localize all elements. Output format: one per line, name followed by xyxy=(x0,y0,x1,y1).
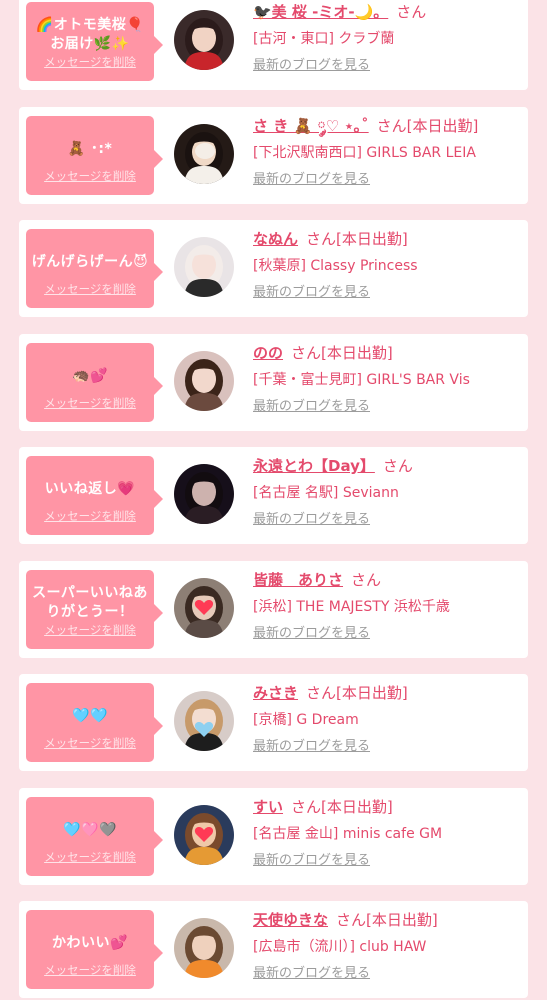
latest-blog-link[interactable]: 最新のブログを見る xyxy=(253,398,370,416)
shop-name: [名古屋 金山] minis cafe GM xyxy=(253,826,443,842)
message-bubble: かわいい💕 メッセージを削除 xyxy=(26,910,163,989)
message-text: 🦔💕 xyxy=(72,367,108,384)
message-card: げんげらげーん😈 メッセージを削除 なぬん さん[本日出勤] [秋葉原] Clas… xyxy=(19,220,528,317)
delete-message-link[interactable]: メッセージを削除 xyxy=(26,168,154,184)
cast-name-link[interactable]: 🐦‍⬛美 桜 -ミオ-🌙。 xyxy=(253,3,388,21)
cast-name-line: のの さん[本日出勤] xyxy=(253,342,393,364)
cast-name-line: すい さん[本日出勤] xyxy=(253,796,393,818)
shop-name: [下北沢駅南西口] GIRLS BAR LEIA xyxy=(253,145,476,161)
delete-message-link[interactable]: メッセージを削除 xyxy=(26,281,154,297)
latest-blog-link[interactable]: 最新のブログを見る xyxy=(253,57,370,75)
cast-name-line: 天使ゆきな さん[本日出勤] xyxy=(253,909,438,931)
cast-honorific-status: さん[本日出勤] xyxy=(291,344,393,362)
girl-orange-light-avatar[interactable] xyxy=(174,805,234,865)
latest-blog-link[interactable]: 最新のブログを見る xyxy=(253,171,370,189)
delete-message-link[interactable]: メッセージを削除 xyxy=(26,735,154,751)
cast-name-link[interactable]: 永遠とわ【Day】 xyxy=(253,457,375,475)
message-card: 🦔💕 メッセージを削除 のの さん[本日出勤] [千葉・富士見町] GIRL'S … xyxy=(19,334,528,431)
girl-dark-hair-avatar[interactable] xyxy=(174,124,234,184)
cast-name-link[interactable]: 天使ゆきな xyxy=(253,911,328,929)
message-bubble: げんげらげーん😈 メッセージを削除 xyxy=(26,229,163,308)
cast-name-line: 永遠とわ【Day】 さん xyxy=(253,455,413,477)
cast-name-line: 🐦‍⬛美 桜 -ミオ-🌙。 さん xyxy=(253,1,426,23)
girl-dim-photo-avatar[interactable] xyxy=(174,464,234,524)
latest-blog-link[interactable]: 最新のブログを見る xyxy=(253,511,370,529)
cast-honorific-status: さん[本日出勤] xyxy=(291,798,393,816)
girl-heart-sticker-avatar[interactable] xyxy=(174,578,234,638)
message-text: かわいい💕 xyxy=(52,934,128,951)
message-text: 🌈オトモ美桜🎈お届け🌿✨ xyxy=(35,17,145,52)
latest-blog-link[interactable]: 最新のブログを見る xyxy=(253,852,370,870)
message-bubble: スーパーいいねありがとうー！ メッセージを削除 xyxy=(26,570,163,649)
shop-name: [秋葉原] Classy Princess xyxy=(253,258,418,274)
message-card: 🩵🩷🩶 メッセージを削除 すい さん[本日出勤] [名古屋 金山] minis c… xyxy=(19,788,528,885)
message-card: 🌈オトモ美桜🎈お届け🌿✨ メッセージを削除 🐦‍⬛美 桜 -ミオ-🌙。 さん [古… xyxy=(19,0,528,90)
cast-honorific-status: さん[本日出勤] xyxy=(376,117,479,135)
cast-name-link[interactable]: みさき xyxy=(253,684,298,702)
cast-name-link[interactable]: さ き 🧸 ༘♡ ⋆｡˚ xyxy=(253,117,369,135)
girl-light-hair-avatar[interactable] xyxy=(174,237,234,297)
delete-message-link[interactable]: メッセージを削除 xyxy=(26,622,154,638)
cast-name-line: 皆藤 ありさ さん xyxy=(253,569,381,591)
message-card: スーパーいいねありがとうー！ メッセージを削除 皆藤 ありさ さん [浜松] TH… xyxy=(19,561,528,658)
girl-brown-hair-avatar[interactable] xyxy=(174,351,234,411)
message-bubble: 🩵🩵 メッセージを削除 xyxy=(26,683,163,762)
cast-name-line: さ き 🧸 ༘♡ ⋆｡˚ さん[本日出勤] xyxy=(253,115,478,137)
delete-message-link[interactable]: メッセージを削除 xyxy=(26,54,154,70)
message-text: スーパーいいねありがとうー！ xyxy=(32,585,148,620)
girl-orange-top-avatar[interactable] xyxy=(174,918,234,978)
delete-message-link[interactable]: メッセージを削除 xyxy=(26,508,154,524)
shop-name: [浜松] THE MAJESTY 浜松千歳 xyxy=(253,599,450,615)
cast-name-link[interactable]: 皆藤 ありさ xyxy=(253,571,343,589)
cast-honorific-status: さん[本日出勤] xyxy=(336,911,438,929)
cast-honorific-status: さん xyxy=(351,571,382,589)
message-text: げんげらげーん😈 xyxy=(31,253,149,270)
cast-honorific-status: さん[本日出勤] xyxy=(306,230,408,248)
message-text: いいね返し💗 xyxy=(44,480,136,497)
shop-name: [名古屋 名駅] Seviann xyxy=(253,485,399,501)
shop-name: [古河・東口] クラブ蘭 xyxy=(253,31,395,47)
cast-name-line: みさき さん[本日出勤] xyxy=(253,682,408,704)
cast-name-line: なぬん さん[本日出勤] xyxy=(253,228,408,250)
delete-message-link[interactable]: メッセージを削除 xyxy=(26,849,154,865)
message-bubble: 🩵🩷🩶 メッセージを削除 xyxy=(26,797,163,876)
shop-name: [京橋] G Dream xyxy=(253,712,359,728)
cast-honorific-status: さん xyxy=(396,3,427,21)
message-text: 🩵🩵 xyxy=(72,707,108,724)
cast-honorific-status: さん[本日出勤] xyxy=(306,684,408,702)
cast-name-link[interactable]: なぬん xyxy=(253,230,298,248)
cast-honorific-status: さん xyxy=(382,457,413,475)
message-text: 🧸 ･:* xyxy=(67,140,113,157)
girl-red-outfit-avatar[interactable] xyxy=(174,10,234,70)
message-card: 🧸 ･:* メッセージを削除 さ き 🧸 ༘♡ ⋆｡˚ さん[本日出勤] [下北沢… xyxy=(19,107,528,204)
latest-blog-link[interactable]: 最新のブログを見る xyxy=(253,625,370,643)
latest-blog-link[interactable]: 最新のブログを見る xyxy=(253,738,370,756)
latest-blog-link[interactable]: 最新のブログを見る xyxy=(253,284,370,302)
message-card: 🩵🩵 メッセージを削除 みさき さん[本日出勤] [京橋] G Dream 最新の… xyxy=(19,674,528,771)
message-bubble: 🧸 ･:* メッセージを削除 xyxy=(26,116,163,195)
latest-blog-link[interactable]: 最新のブログを見る xyxy=(253,965,370,983)
message-card: いいね返し💗 メッセージを削除 永遠とわ【Day】 さん [名古屋 名駅] Sev… xyxy=(19,447,528,544)
cast-name-link[interactable]: すい xyxy=(253,798,283,816)
message-text: 🩵🩷🩶 xyxy=(63,821,117,838)
shop-name: [千葉・富士見町] GIRL'S BAR Vis xyxy=(253,372,470,388)
message-card: かわいい💕 メッセージを削除 天使ゆきな さん[本日出勤] [広島市（流川）] c… xyxy=(19,901,528,998)
cast-name-link[interactable]: のの xyxy=(253,344,283,362)
delete-message-link[interactable]: メッセージを削除 xyxy=(26,962,154,978)
message-bubble: いいね返し💗 メッセージを削除 xyxy=(26,456,163,535)
message-bubble: 🦔💕 メッセージを削除 xyxy=(26,343,163,422)
shop-name: [広島市（流川）] club HAW xyxy=(253,939,427,955)
delete-message-link[interactable]: メッセージを削除 xyxy=(26,395,154,411)
girl-blue-heart-avatar[interactable] xyxy=(174,691,234,751)
message-bubble: 🌈オトモ美桜🎈お届け🌿✨ メッセージを削除 xyxy=(26,2,163,81)
